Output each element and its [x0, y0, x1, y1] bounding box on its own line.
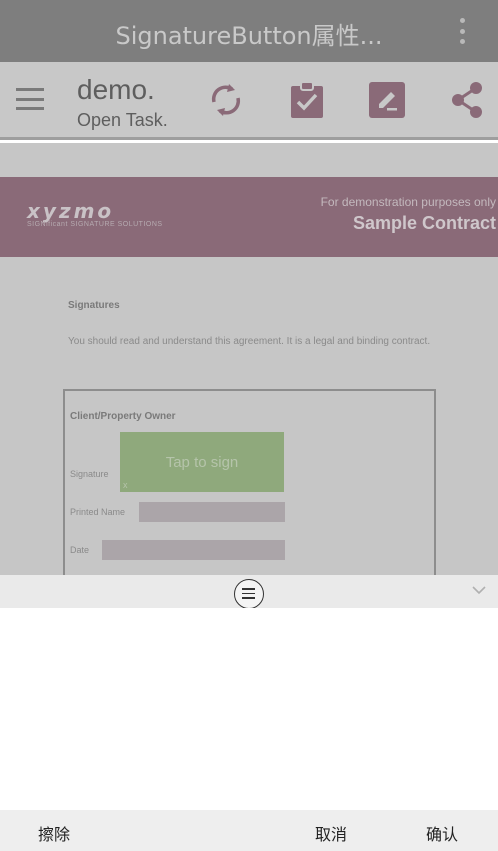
- title-bar: SignatureButton属性...: [0, 0, 498, 62]
- section-heading: Signatures: [68, 300, 120, 311]
- date-field[interactable]: [102, 540, 285, 560]
- tap-to-sign-label: Tap to sign: [165, 454, 239, 471]
- confirm-button[interactable]: 确认: [426, 821, 458, 845]
- date-label: Date: [70, 545, 90, 555]
- printed-name-label: Printed Name: [70, 507, 126, 517]
- erase-button[interactable]: 擦除: [38, 821, 70, 845]
- printed-name-field[interactable]: [139, 502, 285, 522]
- document-text: Signatures You should read and understan…: [68, 300, 448, 348]
- demo-notice: For demonstration purposes only: [320, 195, 496, 209]
- sync-icon[interactable]: [206, 80, 246, 120]
- clipboard-check-icon[interactable]: [287, 80, 327, 120]
- app-subtitle: Open Task.: [77, 110, 168, 130]
- app-toolbar: demo. Open Task.: [0, 62, 498, 140]
- cancel-button[interactable]: 取消: [315, 821, 347, 845]
- signature-label: Signature: [70, 469, 109, 479]
- edit-icon[interactable]: [367, 80, 407, 120]
- window-title: SignatureButton属性...: [115, 22, 383, 50]
- action-bar: 擦除 取消 确认: [0, 810, 498, 851]
- company-logo: xyzmo: [27, 199, 115, 223]
- menu-icon[interactable]: [16, 88, 44, 110]
- drag-handle-icon[interactable]: [234, 579, 264, 609]
- client-box-title: Client/Property Owner: [70, 411, 176, 422]
- contract-title: Sample Contract: [352, 213, 496, 233]
- app-name: demo.: [77, 74, 155, 105]
- tap-to-sign-button[interactable]: Tap to sign x: [120, 432, 284, 492]
- signature-pad[interactable]: [0, 608, 498, 810]
- overflow-menu-icon[interactable]: [458, 18, 466, 44]
- section-paragraph: You should read and understand this agre…: [68, 336, 431, 347]
- share-icon[interactable]: [448, 80, 488, 120]
- document-view[interactable]: xyzmo SIGNificant SIGNATURE SOLUTIONS Fo…: [0, 143, 498, 575]
- panel-handle-bar[interactable]: [0, 575, 498, 609]
- chevron-down-icon[interactable]: [472, 583, 486, 597]
- client-signature-box: Client/Property Owner Signature Tap to s…: [63, 389, 436, 575]
- document-banner: xyzmo SIGNificant SIGNATURE SOLUTIONS Fo…: [0, 177, 498, 257]
- company-logo-tagline: SIGNificant SIGNATURE SOLUTIONS: [27, 221, 163, 228]
- sign-x-mark: x: [123, 480, 128, 490]
- screen: SignatureButton属性... demo. Open Task. xy…: [0, 0, 498, 851]
